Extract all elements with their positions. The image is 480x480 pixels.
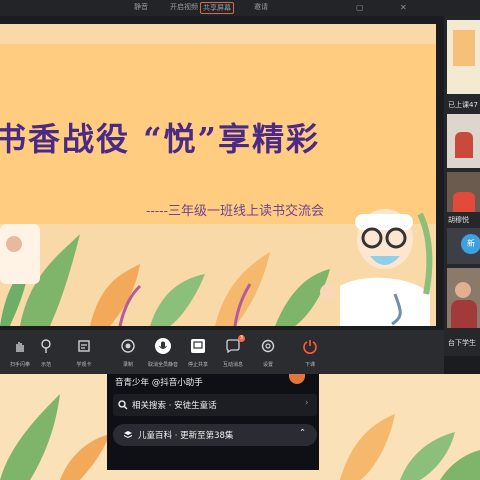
unmute-all-button[interactable]: 取消全员静音	[143, 330, 183, 374]
participant-video-4[interactable]	[447, 268, 480, 328]
screen-icon	[191, 339, 205, 353]
chat-messages-button[interactable]: 3 互动消息	[213, 330, 253, 374]
series-row[interactable]: 儿童百科 · 更新至第38集 ⌃	[113, 424, 317, 446]
toolbar-label-demo: 示范	[40, 362, 51, 368]
slide-subtitle: -----三年级一班线上读书交流会	[146, 204, 324, 219]
students-footer-label: 台下学生	[448, 339, 476, 347]
search-icon	[118, 400, 128, 410]
slide-decoration	[0, 209, 433, 326]
study-card-button[interactable]: 学观卡	[64, 330, 104, 374]
related-search-label: 相关搜索 · 安徒生童话	[132, 401, 217, 411]
card-icon	[78, 340, 90, 352]
tab-mute[interactable]: 静音	[134, 2, 148, 12]
chevron-right-icon: ›	[305, 398, 309, 408]
gear-icon	[261, 339, 275, 353]
slide-title: 书香战役 “悦”享精彩	[0, 120, 320, 158]
class-count-label: 已上课47	[448, 101, 478, 109]
participant-video-2[interactable]	[447, 172, 480, 212]
participant-video-3[interactable]: 新	[447, 228, 480, 264]
demo-button[interactable]: 示范	[26, 330, 66, 374]
close-icon[interactable]: ✕	[400, 3, 407, 12]
end-class-button[interactable]: 下课	[290, 330, 330, 374]
toolbar-label-settings: 设置	[262, 362, 273, 368]
window-icon[interactable]: ▢	[356, 3, 364, 12]
meeting-toolbar: 扫手闪拳 示范 学观卡 录制 取消全员静音 停止共享 3 互动消息 设置 下课	[0, 330, 444, 374]
participant-name: 胡穆悦	[448, 216, 469, 224]
toolbar-label-end-class: 下课	[304, 362, 315, 368]
douyin-overlay-panel: 音青少年 @抖音小助手 相关搜索 · 安徒生童话 › 儿童百科 · 更新至第38…	[107, 374, 319, 470]
record-icon	[121, 339, 135, 353]
toolbar-label-record: 录制	[122, 362, 133, 368]
douyin-account-line: 音青少年 @抖音小助手	[115, 378, 203, 388]
toolbar-label-study-card: 学观卡	[76, 362, 92, 368]
mic-icon	[155, 338, 171, 354]
power-icon	[303, 340, 317, 354]
record-button[interactable]: 录制	[108, 330, 148, 374]
layers-icon	[123, 431, 133, 439]
series-label: 儿童百科 · 更新至第38集	[138, 431, 234, 441]
toolbar-label-chat: 互动消息	[222, 362, 243, 368]
toolbar-label-stop-share: 停止共享	[187, 362, 208, 368]
settings-button[interactable]: 设置	[248, 330, 288, 374]
shared-slide: 书香战役 “悦”享精彩 -----三年级一班线上读书交流会	[0, 24, 436, 326]
chat-badge: 3	[238, 335, 245, 342]
participant-video-1[interactable]	[447, 114, 480, 168]
pin-icon	[41, 339, 51, 353]
new-badge: 新	[461, 234, 480, 254]
related-search-row[interactable]: 相关搜索 · 安徒生童话 ›	[113, 394, 317, 416]
bottom-slide-area: 音青少年 @抖音小助手 相关搜索 · 安徒生童话 › 儿童百科 · 更新至第38…	[0, 374, 480, 480]
top-menu-strip: 静音 开启视频 共享屏幕 邀请 ▢ ✕	[0, 0, 480, 16]
avatar[interactable]	[289, 374, 305, 384]
tab-video[interactable]: 开启视频	[170, 2, 198, 12]
stop-share-button[interactable]: 停止共享	[178, 330, 218, 374]
participant-thumbnail-slide[interactable]	[447, 20, 480, 94]
participants-panel: 已上课47 胡穆悦 新 台下学生	[444, 16, 480, 356]
toolbar-label-unmute-all: 取消全员静音	[147, 362, 178, 368]
tab-invite[interactable]: 邀请	[254, 2, 268, 12]
chevron-up-icon[interactable]: ⌃	[299, 428, 306, 438]
tab-share-screen[interactable]: 共享屏幕	[200, 2, 234, 14]
